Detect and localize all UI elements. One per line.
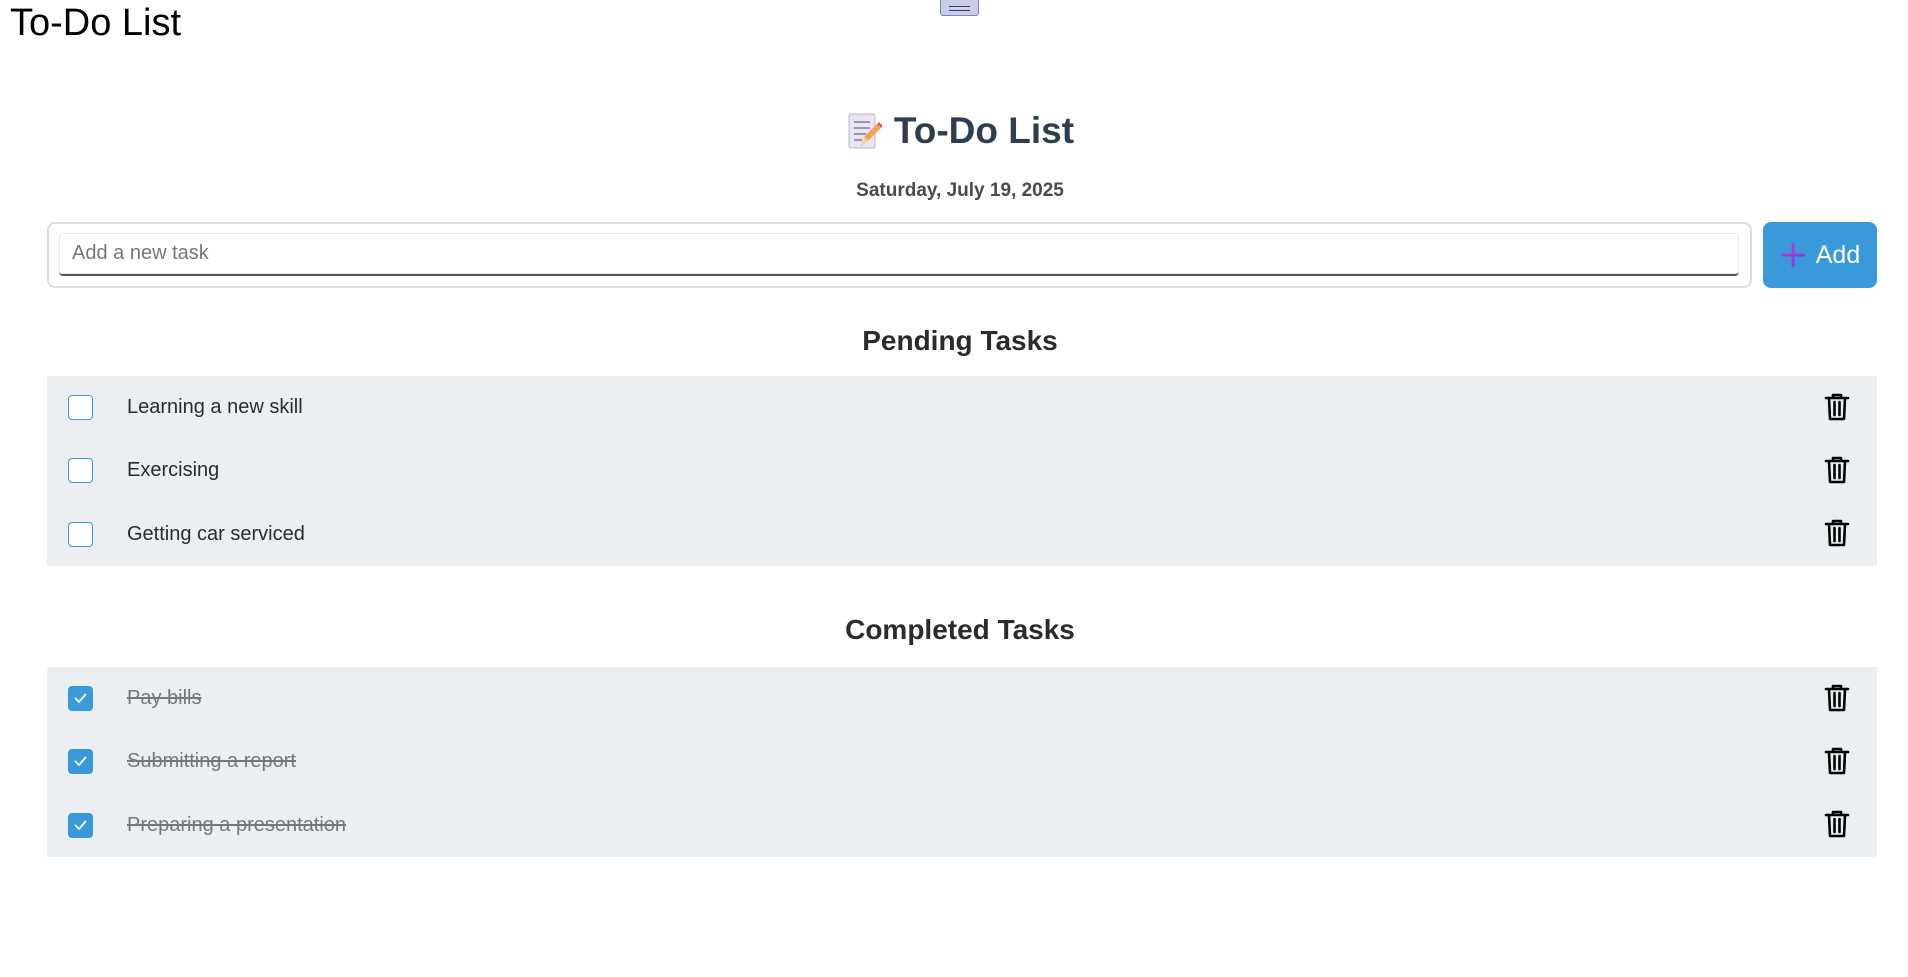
trash-icon: [1824, 456, 1850, 487]
task-label: Exercising: [127, 459, 220, 482]
task-row: Submitting a report: [47, 730, 1877, 793]
task-row: Exercising: [47, 439, 1877, 502]
current-date: Saturday, July 19, 2025: [856, 180, 1064, 201]
delete-task-button[interactable]: [1823, 684, 1851, 714]
completed-task-list: Pay bills Submitting a report Preparing …: [47, 667, 1877, 857]
task-checkbox[interactable]: [68, 458, 93, 484]
task-checkbox-checked[interactable]: [68, 749, 93, 775]
task-label: Preparing a presentation: [127, 813, 347, 836]
delete-task-button[interactable]: [1823, 810, 1851, 840]
delete-task-button[interactable]: [1823, 519, 1851, 549]
checkmark-icon: [74, 757, 87, 767]
completed-tasks-heading: Completed Tasks: [845, 614, 1075, 645]
add-task-button[interactable]: Add: [1763, 222, 1877, 288]
checkmark-icon: [74, 820, 87, 830]
trash-icon: [1824, 810, 1850, 841]
plus-icon: [1780, 242, 1806, 268]
window-drag-handle-icon[interactable]: [940, 0, 979, 16]
add-button-label: Add: [1815, 240, 1861, 269]
trash-icon: [1824, 519, 1850, 550]
app-header: To-Do List: [0, 110, 1908, 152]
pending-task-list: Learning a new skill Exercising Getting …: [47, 376, 1877, 566]
window-title: To-Do List: [10, 2, 182, 44]
task-row: Getting car serviced: [47, 503, 1877, 566]
trash-icon: [1824, 393, 1850, 424]
pending-tasks-heading: Pending Tasks: [862, 325, 1058, 356]
task-checkbox[interactable]: [68, 395, 93, 421]
task-label: Getting car serviced: [127, 522, 305, 545]
checkmark-icon: [74, 693, 87, 704]
page-title: To-Do List: [893, 110, 1075, 151]
task-row: Pay bills: [47, 667, 1877, 730]
trash-icon: [1824, 684, 1850, 715]
delete-task-button[interactable]: [1823, 456, 1851, 486]
task-label: Pay bills: [127, 687, 202, 710]
delete-task-button[interactable]: [1823, 747, 1851, 777]
page: To-Do List To-Do List Saturday, July 19,…: [0, 0, 1908, 977]
delete-task-button[interactable]: [1823, 393, 1851, 423]
trash-icon: [1824, 747, 1850, 778]
task-row: Learning a new skill: [47, 376, 1877, 439]
memo-icon: [846, 111, 883, 151]
task-label: Submitting a report: [127, 750, 296, 773]
task-label: Learning a new skill: [127, 396, 303, 419]
task-checkbox-checked[interactable]: [68, 812, 93, 838]
new-task-input-container: [47, 222, 1752, 288]
new-task-input[interactable]: [59, 233, 1739, 276]
task-checkbox[interactable]: [68, 521, 93, 547]
task-checkbox-checked[interactable]: [68, 686, 93, 712]
task-row: Preparing a presentation: [47, 794, 1877, 857]
